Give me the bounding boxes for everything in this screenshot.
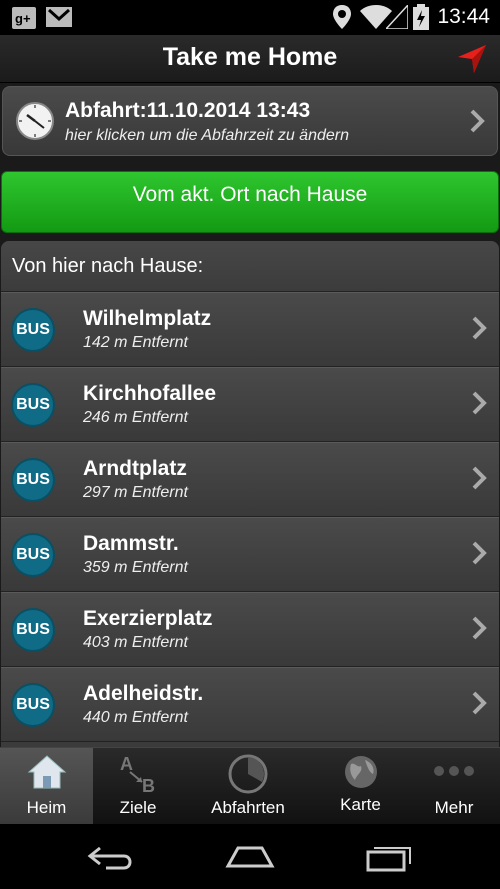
- bus-icon: BUS: [11, 533, 55, 577]
- chevron-right-icon: [472, 391, 487, 415]
- home-icon: [27, 755, 66, 789]
- recents-icon[interactable]: [364, 842, 416, 872]
- tab-label: Heim: [26, 798, 67, 817]
- stop-list: Von hier nach Hause: BUS Wilhelmplatz 14…: [1, 241, 499, 747]
- stop-distance: 359 m Entfernt: [83, 559, 188, 576]
- stop-distance: 142 m Entfernt: [83, 334, 188, 351]
- status-bar: g+ 13:44: [0, 0, 500, 35]
- stop-row[interactable]: BUS Wilhelmplatz 142 m Entfernt: [1, 292, 499, 367]
- tab-karte[interactable]: Karte: [313, 748, 408, 825]
- signal-icon: [386, 5, 408, 29]
- tab-ziele[interactable]: A B Ziele: [93, 748, 183, 825]
- chevron-right-icon: [472, 541, 487, 565]
- departure-title: Abfahrt:11.10.2014 13:43: [65, 99, 311, 122]
- stop-row[interactable]: BUS Arndtplatz 297 m Entfernt: [1, 442, 499, 517]
- stop-row[interactable]: BUS Kirchhofallee 246 m Entfernt: [1, 367, 499, 442]
- stop-name: Dammstr.: [83, 532, 179, 555]
- stop-row[interactable]: BUS Exerzierplatz 403 m Entfernt: [1, 592, 499, 667]
- go-home-button-label: Vom akt. Ort nach Hause: [132, 183, 368, 206]
- globe-icon: [344, 756, 377, 788]
- stop-name: Arndtplatz: [83, 457, 187, 480]
- chevron-right-icon: [472, 691, 487, 715]
- stop-name: Wilhelmplatz: [83, 307, 212, 330]
- stop-name: Exerzierplatz: [83, 607, 213, 630]
- home-nav-icon[interactable]: [224, 842, 276, 872]
- stop-distance: 440 m Entfernt: [83, 709, 188, 726]
- chevron-right-icon: [472, 616, 487, 640]
- bus-icon: BUS: [11, 308, 55, 352]
- tab-label: Mehr: [434, 798, 474, 817]
- clock-icon: [16, 102, 54, 140]
- tab-label: Ziele: [119, 798, 157, 817]
- tab-label: Karte: [340, 795, 381, 814]
- list-header: Von hier nach Hause:: [1, 241, 499, 292]
- go-home-button[interactable]: Vom akt. Ort nach Hause: [1, 171, 499, 233]
- svg-text:B: B: [142, 776, 155, 796]
- a-to-b-icon: A B: [120, 754, 155, 796]
- google-plus-icon: g+: [12, 7, 36, 29]
- battery-charging-icon: [413, 4, 429, 30]
- stop-row[interactable]: BUS Dammstr. 359 m Entfernt: [1, 517, 499, 592]
- clock-time: 13:44: [437, 5, 490, 28]
- tab-mehr[interactable]: Mehr: [408, 748, 500, 825]
- stop-row[interactable]: BUS Adelheidstr. 440 m Entfernt: [1, 667, 499, 742]
- action-bar: Take me Home: [0, 35, 500, 83]
- svg-text:A: A: [120, 754, 133, 774]
- bus-icon: BUS: [11, 383, 55, 427]
- svg-text:g+: g+: [15, 11, 31, 26]
- stop-distance: 246 m Entfernt: [83, 409, 188, 426]
- bus-icon: BUS: [11, 683, 55, 727]
- stop-name: Kirchhofallee: [83, 382, 217, 405]
- departure-time-button[interactable]: Abfahrt:11.10.2014 13:43 hier klicken um…: [2, 86, 498, 156]
- bus-icon: BUS: [11, 608, 55, 652]
- stop-distance: 297 m Entfernt: [83, 484, 188, 501]
- tab-abfahrten[interactable]: Abfahrten: [183, 748, 313, 825]
- chevron-right-icon: [470, 109, 485, 133]
- tab-bar: Heim A B Ziele Abfahrten Karte Mehr: [0, 747, 500, 825]
- location-icon: [333, 5, 351, 29]
- bus-icon: BUS: [11, 458, 55, 502]
- chevron-right-icon: [472, 466, 487, 490]
- chevron-right-icon: [472, 316, 487, 340]
- gmail-icon: [46, 7, 72, 27]
- navigation-arrow-icon[interactable]: [456, 43, 488, 75]
- page-title: Take me Home: [162, 43, 338, 71]
- tab-heim[interactable]: Heim: [0, 748, 93, 825]
- system-nav-bar: [0, 824, 500, 889]
- pie-clock-icon: [228, 754, 268, 794]
- tab-label: Abfahrten: [211, 798, 285, 817]
- departure-hint: hier klicken um die Abfahrzeit zu ändern: [65, 127, 349, 144]
- main-content: Abfahrt:11.10.2014 13:43 hier klicken um…: [0, 83, 500, 747]
- stop-distance: 403 m Entfernt: [83, 634, 188, 651]
- more-dots-icon: [434, 766, 474, 776]
- stop-name: Adelheidstr.: [83, 682, 204, 705]
- back-icon[interactable]: [86, 842, 136, 872]
